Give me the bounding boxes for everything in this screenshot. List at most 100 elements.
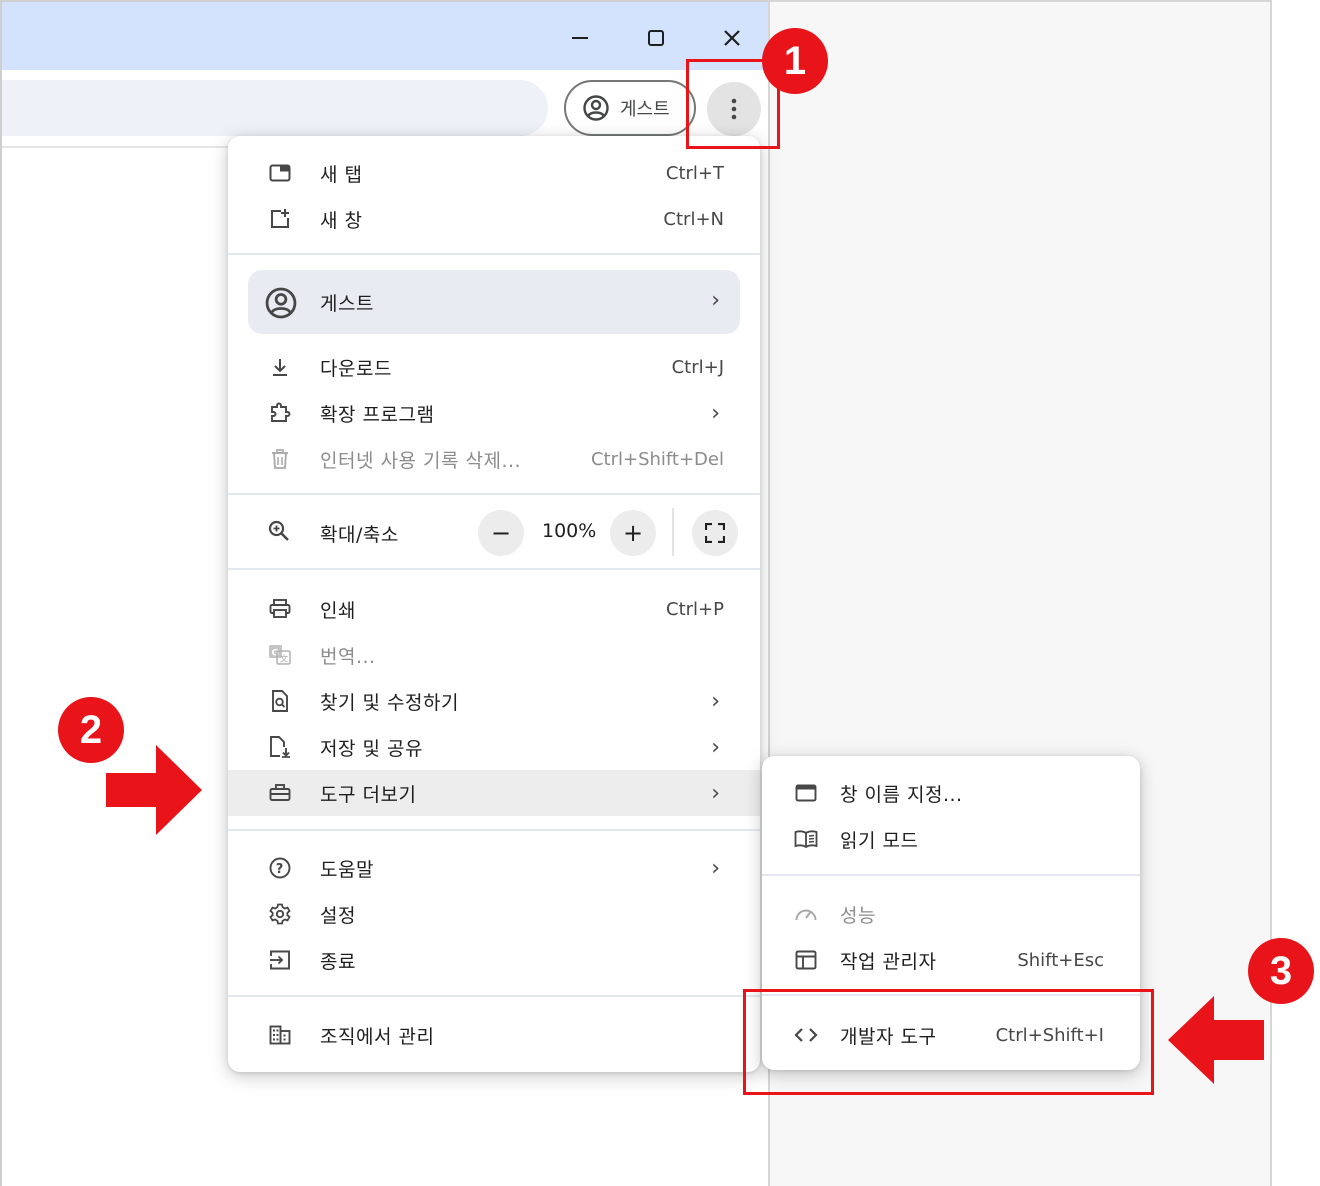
- printer-icon: [268, 597, 292, 621]
- chevron-right-icon: ›: [711, 688, 720, 714]
- arrow-left-icon: [1168, 996, 1264, 1084]
- menu-item-shortcut: Ctrl+J: [671, 356, 724, 378]
- extension-puzzle-icon: [268, 401, 292, 425]
- zoom-divider: [672, 508, 674, 556]
- menu-item-shortcut: Shift+Esc: [1017, 949, 1104, 971]
- menu-item-label: 인쇄: [320, 599, 356, 622]
- address-bar[interactable]: [2, 80, 548, 136]
- menu-item-shortcut: Ctrl+Shift+Del: [590, 448, 724, 470]
- chevron-right-icon: ›: [711, 855, 720, 881]
- menu-item-downloads[interactable]: 다운로드 Ctrl+J: [228, 344, 760, 390]
- zoom-label: 확대/축소: [320, 524, 399, 546]
- menu-item-label: 창 이름 지정...: [840, 783, 963, 806]
- menu-item-guest-profile[interactable]: 게스트 ›: [248, 270, 740, 334]
- book-open-icon: [794, 827, 818, 851]
- translate-icon: G文: [268, 643, 292, 667]
- zoom-controls: 확대/축소 − 100% +: [228, 508, 760, 556]
- menu-item-new-window[interactable]: 새 창 Ctrl+N: [228, 196, 760, 242]
- title-bar: [2, 2, 768, 70]
- menu-item-label: 도움말: [320, 858, 374, 881]
- svg-text:G: G: [272, 649, 279, 659]
- menu-item-label: 새 창: [320, 209, 363, 232]
- menu-item-label: 조직에서 관리: [320, 1025, 435, 1048]
- chevron-right-icon: ›: [711, 780, 720, 806]
- menu-item-help[interactable]: ? 도움말 ›: [228, 845, 760, 891]
- menu-item-label: 작업 관리자: [840, 950, 937, 973]
- menu-item-more-tools[interactable]: 도구 더보기 ›: [228, 770, 760, 816]
- menu-divider: [228, 829, 760, 831]
- menu-item-label: 새 탭: [320, 163, 363, 186]
- menu-item-exit[interactable]: 종료: [228, 937, 760, 983]
- menu-item-find-edit[interactable]: 찾기 및 수정하기 ›: [228, 678, 760, 724]
- menu-item-label: 찾기 및 수정하기: [320, 691, 459, 714]
- menu-divider: [228, 995, 760, 997]
- gear-icon: [268, 902, 292, 926]
- menu-item-label: 설정: [320, 904, 356, 927]
- window-icon: [794, 781, 818, 805]
- chevron-right-icon: ›: [711, 400, 720, 426]
- menu-item-print[interactable]: 인쇄 Ctrl+P: [228, 586, 760, 632]
- menu-item-label: 게스트: [320, 293, 374, 315]
- close-icon[interactable]: [716, 22, 748, 54]
- menu-item-settings[interactable]: 설정: [228, 891, 760, 937]
- help-icon: ?: [268, 856, 292, 880]
- speedometer-icon: [794, 902, 818, 926]
- menu-item-label: 확장 프로그램: [320, 403, 435, 426]
- zoom-magnifier-icon: [268, 520, 290, 542]
- menu-item-label: 저장 및 공유: [320, 737, 423, 760]
- task-manager-icon: [794, 948, 818, 972]
- menu-item-label: 인터넷 사용 기록 삭제...: [320, 449, 522, 472]
- toolbox-icon: [268, 781, 292, 805]
- submenu-item-task-manager[interactable]: 작업 관리자 Shift+Esc: [762, 937, 1140, 983]
- menu-item-new-tab[interactable]: 새 탭 Ctrl+T: [228, 150, 760, 196]
- menu-divider: [228, 493, 760, 495]
- menu-item-extensions[interactable]: 확장 프로그램 ›: [228, 390, 760, 436]
- chrome-main-menu: 새 탭 Ctrl+T 새 창 Ctrl+N 게스트 › 다운로드 Ctrl+J …: [228, 136, 760, 1072]
- submenu-item-performance[interactable]: 성능: [762, 891, 1140, 937]
- arrow-right-icon: [106, 745, 204, 835]
- highlight-box-devtools: [743, 989, 1154, 1095]
- profile-button[interactable]: 게스트: [564, 80, 696, 136]
- menu-item-shortcut: Ctrl+P: [666, 598, 724, 620]
- menu-item-label: 번역...: [320, 645, 376, 668]
- menu-item-shortcut: Ctrl+N: [663, 208, 724, 230]
- account-circle-icon: [582, 94, 610, 122]
- zoom-out-button[interactable]: −: [478, 510, 524, 556]
- menu-item-managed[interactable]: 조직에서 관리: [228, 1012, 760, 1058]
- menu-item-translate[interactable]: G文 번역...: [228, 632, 760, 678]
- zoom-in-button[interactable]: +: [610, 510, 656, 556]
- menu-divider: [228, 568, 760, 570]
- menu-item-label: 종료: [320, 950, 356, 973]
- svg-text:?: ?: [276, 862, 284, 877]
- chevron-right-icon: ›: [711, 288, 720, 313]
- minimize-icon[interactable]: [564, 22, 596, 54]
- menu-item-shortcut: Ctrl+T: [665, 162, 724, 184]
- download-icon: [268, 355, 292, 379]
- menu-item-label: 읽기 모드: [840, 829, 919, 852]
- menu-item-save-share[interactable]: 저장 및 공유 ›: [228, 724, 760, 770]
- find-in-page-icon: [268, 689, 292, 713]
- menu-item-label: 도구 더보기: [320, 783, 417, 806]
- menu-item-label: 다운로드: [320, 357, 392, 380]
- new-tab-icon: [268, 161, 292, 185]
- svg-text:文: 文: [280, 654, 288, 664]
- submenu-item-name-window[interactable]: 창 이름 지정...: [762, 770, 1140, 816]
- fullscreen-button[interactable]: [692, 510, 738, 556]
- account-circle-icon: [264, 286, 298, 320]
- save-share-icon: [268, 735, 292, 759]
- menu-item-label: 성능: [840, 904, 876, 927]
- menu-divider: [228, 253, 760, 255]
- zoom-level: 100%: [542, 520, 597, 542]
- fullscreen-icon: [705, 523, 725, 543]
- menu-divider: [762, 874, 1140, 876]
- building-icon: [268, 1023, 292, 1047]
- chevron-right-icon: ›: [711, 734, 720, 760]
- profile-label: 게스트: [620, 99, 670, 120]
- new-window-icon: [268, 207, 292, 231]
- menu-item-clear-history[interactable]: 인터넷 사용 기록 삭제... Ctrl+Shift+Del: [228, 436, 760, 482]
- step-badge-1: 1: [762, 28, 828, 94]
- maximize-icon[interactable]: [640, 22, 672, 54]
- step-badge-3: 3: [1248, 938, 1314, 1004]
- exit-icon: [268, 948, 292, 972]
- submenu-item-reading-mode[interactable]: 읽기 모드: [762, 816, 1140, 862]
